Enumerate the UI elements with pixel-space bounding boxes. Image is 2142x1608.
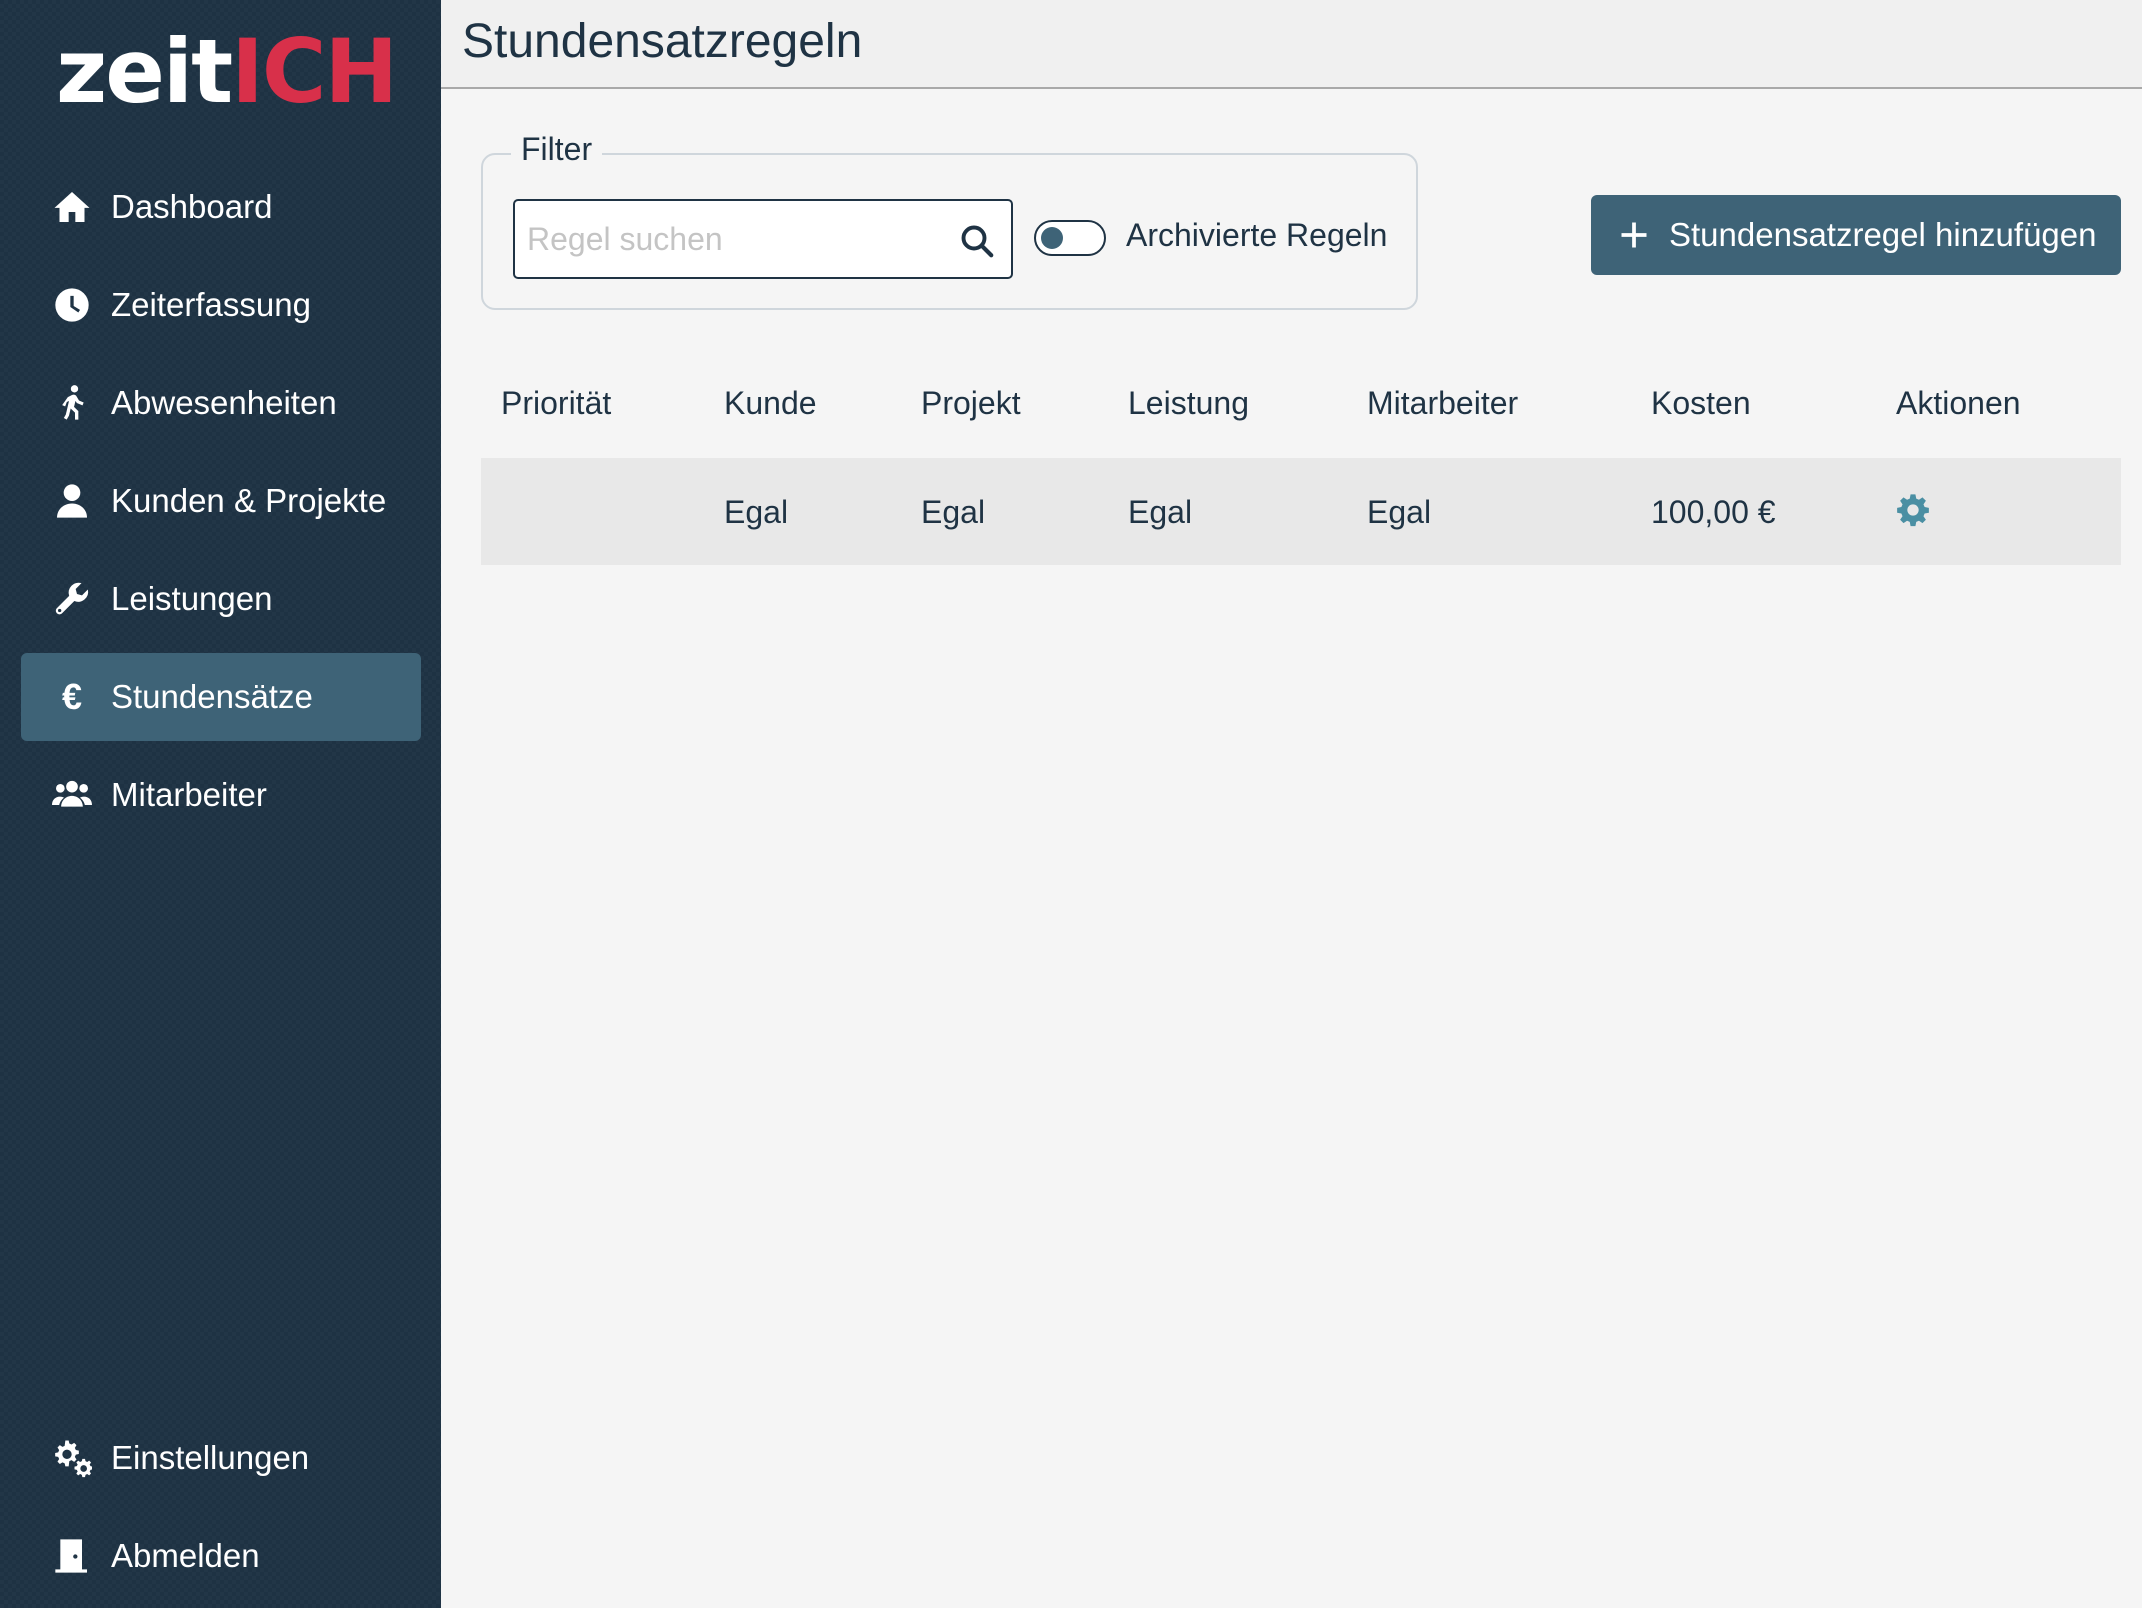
sidebar-item-stundensaetze[interactable]: € Stundensätze (21, 653, 421, 741)
sidebar: zeitICH Dashboard Zeiterfassung Abwesenh… (0, 0, 441, 1608)
door-icon (51, 1535, 93, 1577)
sidebar-item-label: Mitarbeiter (111, 776, 267, 813)
sidebar-item-label: Einstellungen (111, 1439, 310, 1476)
cell-mitarbeiter: Egal (1367, 494, 1432, 530)
sidebar-item-label: Dashboard (111, 188, 273, 225)
sidebar-item-mitarbeiter[interactable]: Mitarbeiter (21, 751, 421, 839)
logo-text-ich: ICH (231, 20, 398, 123)
filter-legend: Filter (511, 131, 603, 168)
cogs-icon (51, 1437, 93, 1479)
column-header-kunde[interactable]: Kunde (724, 385, 817, 422)
users-icon (51, 774, 93, 816)
sidebar-item-einstellungen[interactable]: Einstellungen (21, 1414, 421, 1502)
add-rule-button[interactable]: Stundensatzregel hinzufügen (1591, 195, 2121, 275)
archived-toggle[interactable] (1034, 220, 1106, 256)
sidebar-item-label: Stundensätze (111, 678, 313, 715)
search-box[interactable] (513, 199, 1013, 279)
sidebar-item-abmelden[interactable]: Abmelden (21, 1512, 421, 1600)
sidebar-item-zeiterfassung[interactable]: Zeiterfassung (21, 261, 421, 349)
column-header-kosten[interactable]: Kosten (1651, 385, 1751, 422)
cell-leistung: Egal (1128, 494, 1193, 530)
sidebar-item-label: Abmelden (111, 1537, 260, 1574)
wrench-icon (51, 578, 93, 620)
walking-icon (51, 382, 93, 424)
page-header: Stundensatzregeln (441, 0, 2142, 89)
sidebar-item-label: Kunden & Projekte (111, 482, 387, 519)
column-header-projekt[interactable]: Projekt (921, 385, 1021, 422)
sidebar-item-kunden-projekte[interactable]: Kunden & Projekte (21, 457, 421, 545)
column-header-prioritaet[interactable]: Priorität (501, 385, 611, 422)
page-title: Stundensatzregeln (462, 15, 863, 68)
search-input[interactable] (527, 220, 947, 258)
home-icon (51, 186, 93, 228)
app-logo[interactable]: zeitICH (56, 20, 398, 123)
plus-icon (1621, 222, 1647, 248)
sidebar-item-label: Zeiterfassung (111, 286, 311, 323)
cell-projekt: Egal (921, 494, 986, 530)
search-icon[interactable] (959, 223, 995, 259)
column-header-mitarbeiter[interactable]: Mitarbeiter (1367, 385, 1518, 422)
toggle-knob (1041, 227, 1063, 249)
clock-icon (51, 284, 93, 326)
cell-kosten: 100,00 € (1651, 494, 1776, 530)
logo-text-zeit: zeit (56, 20, 233, 123)
euro-icon: € (61, 676, 83, 717)
sidebar-item-label: Abwesenheiten (111, 384, 337, 421)
sidebar-item-abwesenheiten[interactable]: Abwesenheiten (21, 359, 421, 447)
sidebar-item-dashboard[interactable]: Dashboard (21, 163, 421, 251)
archived-toggle-label[interactable]: Archivierte Regeln (1126, 217, 1387, 254)
cell-kunde: Egal (724, 494, 789, 530)
user-icon (51, 480, 93, 522)
filter-panel: Filter Archivierte Regeln (481, 131, 1418, 310)
gear-icon[interactable] (1896, 493, 1930, 527)
column-header-aktionen: Aktionen (1896, 385, 2021, 421)
add-rule-label: Stundensatzregel hinzufügen (1669, 216, 2097, 253)
sidebar-item-leistungen[interactable]: Leistungen (21, 555, 421, 643)
sidebar-item-label: Leistungen (111, 580, 273, 617)
column-header-leistung[interactable]: Leistung (1128, 385, 1249, 422)
